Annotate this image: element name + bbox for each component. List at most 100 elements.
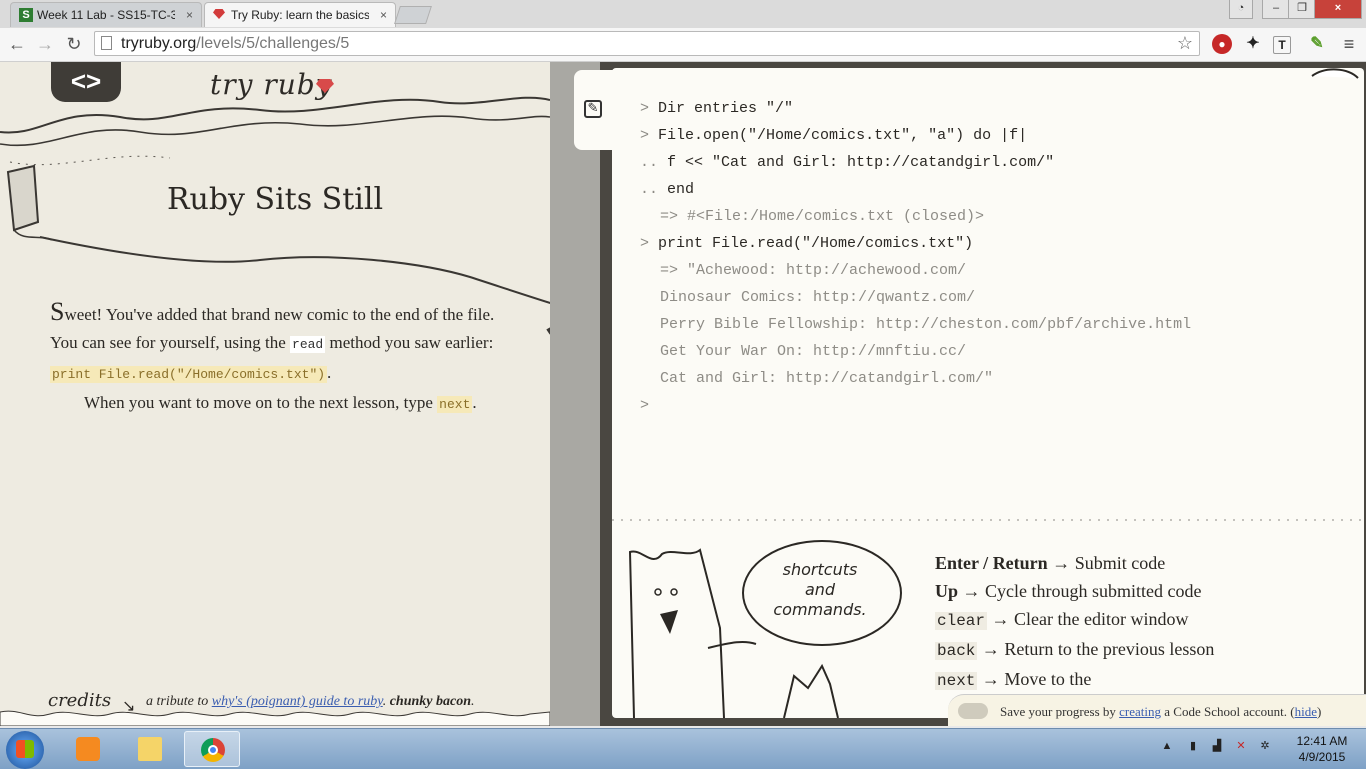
adblock-extension-icon[interactable]: ● xyxy=(1212,34,1232,54)
shortcut-desc: Move to the xyxy=(1004,669,1092,689)
edit-icon[interactable]: ✎ xyxy=(584,100,602,118)
terminal-text: File.open("/Home/comics.txt", "a") do |f… xyxy=(658,127,1028,144)
prompt-symbol: .. xyxy=(640,181,659,198)
terminal-line: > Dir entries "/" xyxy=(640,100,793,117)
page-icon xyxy=(101,36,112,50)
terminal-line: .. f << "Cat and Girl: http://catandgirl… xyxy=(640,154,1054,171)
shortcuts-bubble-text: shortcuts and commands. xyxy=(742,560,898,620)
battery-icon[interactable]: ▮ xyxy=(1186,739,1200,753)
taskbar-clock[interactable]: 12:41 AM 4/9/2015 xyxy=(1290,733,1354,765)
lesson-paragraph: When you want to move on to the next les… xyxy=(50,389,510,419)
arrow-text: → xyxy=(1047,553,1075,573)
minimize-button[interactable]: – xyxy=(1262,0,1290,19)
bookmark-star-icon[interactable]: ☆ xyxy=(1177,33,1193,54)
tray-expand-icon[interactable]: ▲ xyxy=(1160,739,1174,753)
url-text[interactable]: tryruby.org/levels/5/challenges/5 xyxy=(121,35,349,53)
windows-logo-icon xyxy=(16,740,34,758)
terminal-line: > print File.read("/Home/comics.txt") xyxy=(640,235,973,252)
tribute-prefix: a tribute to xyxy=(146,694,212,709)
panel-divider[interactable] xyxy=(550,62,600,726)
arrow-text: → xyxy=(977,639,1005,659)
url-path: /levels/5/challenges/5 xyxy=(196,35,350,52)
inline-code-clickable[interactable]: print File.read("/Home/comics.txt") xyxy=(50,366,328,383)
tribute-end: . xyxy=(471,694,475,709)
tab-favicon-icon: S xyxy=(19,8,33,22)
inline-code-clickable[interactable]: next xyxy=(437,396,473,413)
chunky-bacon: chunky bacon xyxy=(389,694,472,709)
text-extension-icon[interactable]: T xyxy=(1273,36,1291,54)
taskbar-media-player[interactable] xyxy=(60,731,116,767)
user-icon[interactable]: ◔ xyxy=(1229,0,1253,19)
taskbar-chrome[interactable] xyxy=(184,731,240,767)
lesson-panel: <> try ruby Ruby Sits Still Sweet! You'v… xyxy=(0,62,550,726)
arrow-text: → xyxy=(987,609,1015,629)
new-tab-button[interactable] xyxy=(394,6,432,24)
bubble-line: and xyxy=(804,580,836,599)
terminal-line: .. end xyxy=(640,181,694,198)
network-icon[interactable]: ✲ xyxy=(1258,739,1272,753)
inline-code: read xyxy=(290,336,326,353)
tab-title: Week 11 Lab - SS15-TC-30 xyxy=(37,8,175,22)
terminal-output-line: Perry Bible Fellowship: http://cheston.c… xyxy=(660,316,1192,333)
shortcut-item: Up → Cycle through submitted code xyxy=(935,577,1214,605)
shortcut-command: back xyxy=(935,642,978,660)
ruby-icon xyxy=(213,9,225,19)
tribute-mid: . xyxy=(382,694,390,709)
shortcut-item: clear → Clear the editor window xyxy=(935,605,1214,635)
chrome-icon xyxy=(201,738,225,762)
creating-link[interactable]: creating xyxy=(1119,704,1161,719)
site-logo: try ruby xyxy=(210,68,333,101)
terminal-output-line: Dinosaur Comics: http://qwantz.com/ xyxy=(660,289,976,306)
close-window-button[interactable]: × xyxy=(1314,0,1362,19)
terminal-text: Dir entries "/" xyxy=(658,100,794,117)
volume-muted-icon[interactable]: ✕ xyxy=(1234,739,1248,753)
prompt-symbol: > xyxy=(640,127,650,144)
evernote-extension-icon[interactable]: ✎ xyxy=(1307,34,1327,54)
hide-link[interactable]: hide xyxy=(1295,704,1317,719)
tab-week11-lab[interactable]: S Week 11 Lab - SS15-TC-30 × xyxy=(10,2,202,27)
terminal-output-line: Cat and Girl: http://catandgirl.com/" xyxy=(660,370,994,387)
shortcut-key: Enter xyxy=(935,553,979,573)
close-icon[interactable]: × xyxy=(186,3,193,27)
save-progress-text: Save your progress by creating a Code Sc… xyxy=(1000,704,1321,720)
reload-icon[interactable]: ↻ xyxy=(63,33,85,55)
lesson-body: Sweet! You've added that brand new comic… xyxy=(50,298,510,419)
save-end: ) xyxy=(1317,704,1322,719)
arrow-icon: ↘ xyxy=(122,698,136,715)
tribute-text: a tribute to why's (poignant) guide to r… xyxy=(146,694,475,710)
start-button[interactable] xyxy=(6,731,44,769)
signal-icon[interactable]: ▟ xyxy=(1210,739,1224,753)
lesson-text: When you want to move on to the next les… xyxy=(84,393,438,412)
forward-arrow-icon[interactable]: → xyxy=(34,33,56,55)
lesson-text: . xyxy=(472,393,477,412)
twitter-extension-icon[interactable]: ✦ xyxy=(1243,34,1263,54)
drop-cap: S xyxy=(50,297,65,326)
shortcut-desc: Return to the previous lesson xyxy=(1004,639,1215,659)
home-logo-button[interactable]: <> xyxy=(51,62,121,102)
menu-icon[interactable]: ≡ xyxy=(1338,34,1360,54)
bubble-line: commands. xyxy=(773,600,867,619)
arrow-text: → xyxy=(977,669,1005,689)
save-mid: a Code School account. ( xyxy=(1161,704,1295,719)
shortcut-item: Enter / Return → Submit code xyxy=(935,549,1214,577)
terminal-text: print File.read("/Home/comics.txt") xyxy=(658,235,974,252)
maximize-button[interactable]: ❐ xyxy=(1288,0,1316,19)
tab-try-ruby[interactable]: Try Ruby: learn the basics × xyxy=(204,2,396,27)
shortcut-key: Return xyxy=(992,553,1048,573)
shortcut-sep: / xyxy=(978,553,993,573)
address-bar[interactable]: tryruby.org/levels/5/challenges/5 ☆ xyxy=(94,31,1200,56)
shortcut-item: back → Return to the previous lesson xyxy=(935,635,1214,665)
terminal-input-line[interactable]: > xyxy=(640,397,658,414)
back-arrow-icon[interactable]: ← xyxy=(6,33,28,55)
shortcut-desc: Submit code xyxy=(1074,553,1166,573)
poignant-guide-link[interactable]: why's (poignant) guide to ruby xyxy=(212,694,383,709)
credits-link[interactable]: credits xyxy=(48,690,111,711)
terminal-text: end xyxy=(667,181,695,198)
folder-icon xyxy=(138,737,162,761)
tab-title: Try Ruby: learn the basics xyxy=(231,8,369,22)
save-progress-bar: Save your progress by creating a Code Sc… xyxy=(948,694,1366,726)
url-host: tryruby.org xyxy=(121,35,197,52)
save-prefix: Save your progress by xyxy=(1000,704,1120,719)
close-icon[interactable]: × xyxy=(380,3,387,27)
taskbar-explorer[interactable] xyxy=(122,731,178,767)
